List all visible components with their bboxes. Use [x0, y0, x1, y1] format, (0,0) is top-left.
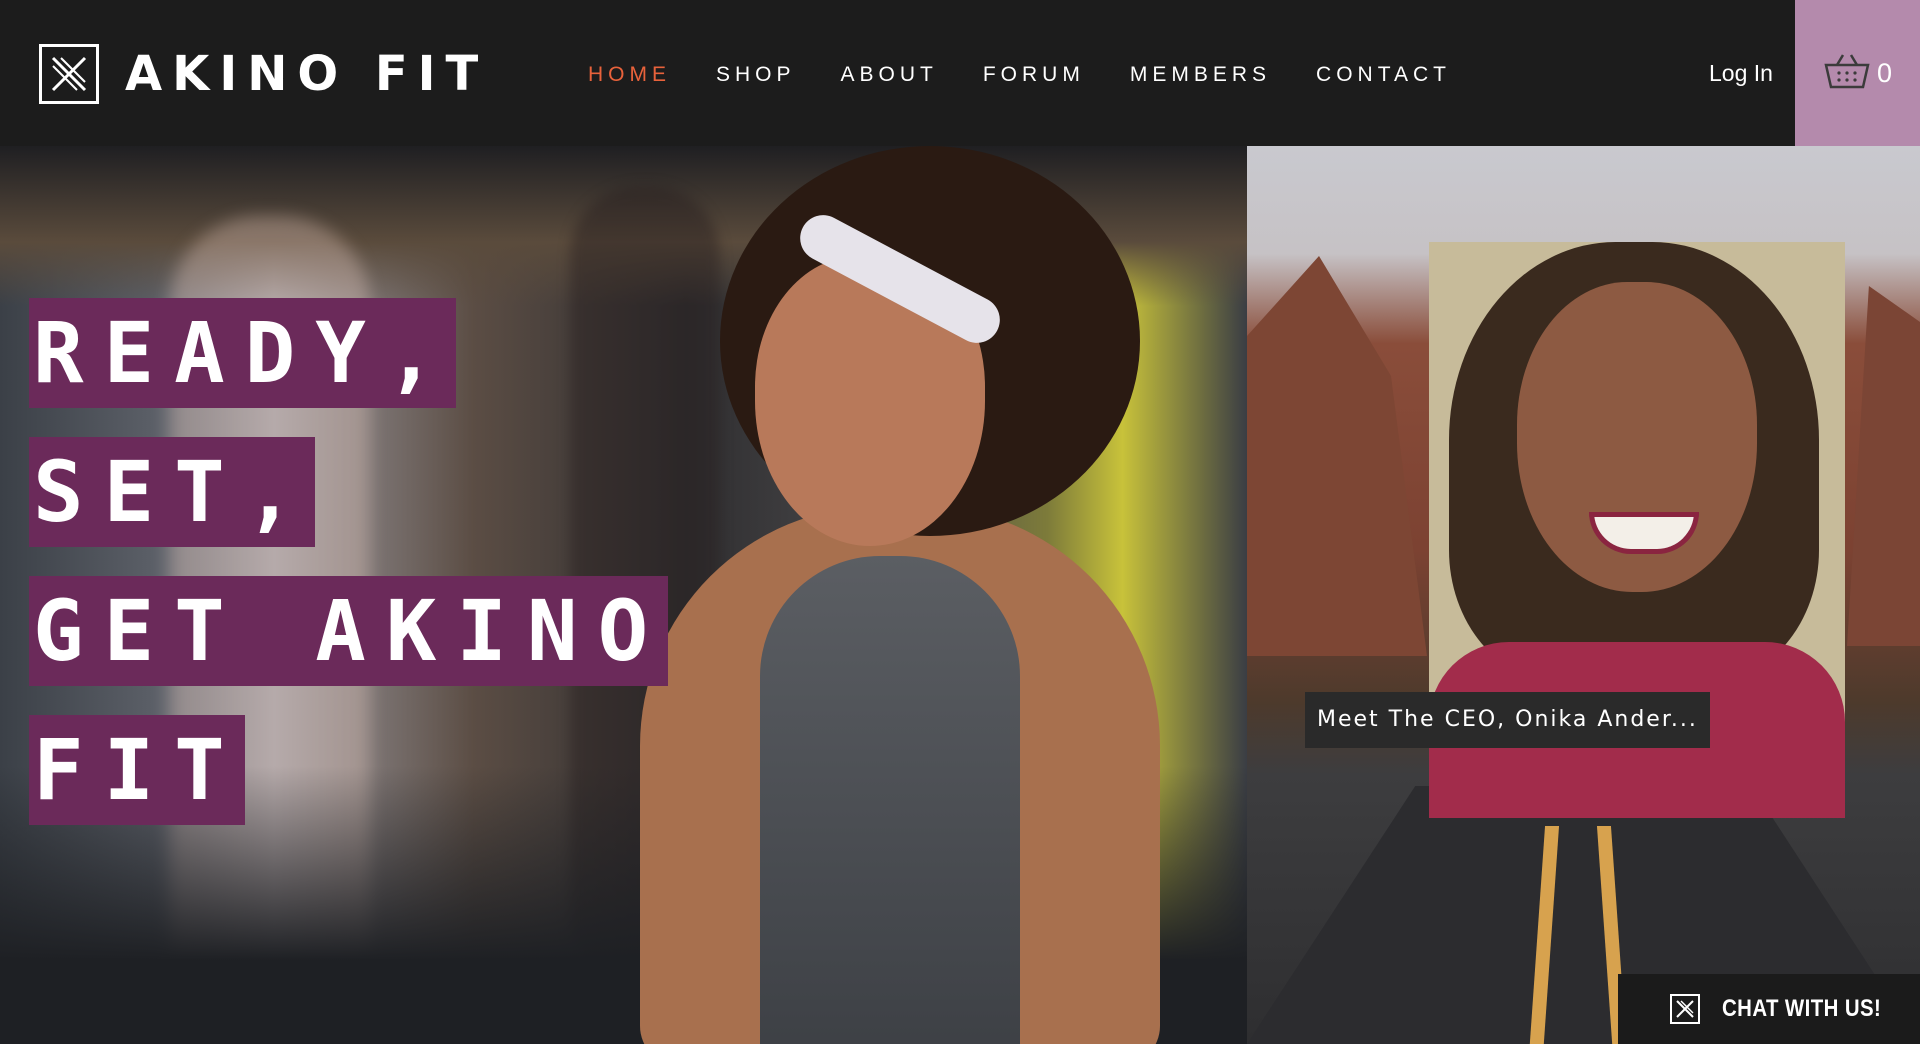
login-link[interactable]: Log In: [1709, 58, 1773, 88]
site-header: AKINO FIT HOME SHOP ABOUT FORUM MEMBERS …: [0, 0, 1920, 146]
headline-line-3: GET AKINO: [29, 576, 669, 686]
nav-members[interactable]: MEMBERS: [1130, 60, 1271, 90]
desert-rock: [1847, 286, 1920, 646]
chat-label: CHAT WITH US!: [1722, 995, 1882, 1022]
video-caption[interactable]: Meet The CEO, Onika Ander...: [1305, 692, 1710, 748]
nav-home[interactable]: HOME: [588, 60, 671, 90]
chat-button[interactable]: CHAT WITH US!: [1618, 974, 1920, 1044]
headline-line-4: FIT: [29, 715, 245, 825]
ceo-video-section: Meet The CEO, Onika Ander...: [1247, 146, 1920, 1044]
nav-forum[interactable]: FORUM: [983, 60, 1085, 90]
nav-about[interactable]: ABOUT: [841, 60, 938, 90]
brand-name: AKINO FIT: [125, 46, 489, 102]
headline-line-2: SET,: [29, 437, 316, 547]
cart-button[interactable]: 0: [1795, 0, 1920, 146]
main-nav: HOME SHOP ABOUT FORUM MEMBERS CONTACT: [588, 60, 1496, 90]
cart-count: 0: [1876, 57, 1893, 88]
athlete-tank-top: [760, 556, 1020, 1044]
hero-image: READY, SET, GET AKINO FIT: [0, 146, 1247, 1044]
nav-contact[interactable]: CONTACT: [1316, 60, 1451, 90]
brand[interactable]: AKINO FIT: [39, 42, 488, 106]
nav-shop[interactable]: SHOP: [716, 60, 796, 90]
desert-rock: [1247, 256, 1427, 656]
akino-logo-icon: [1670, 994, 1700, 1024]
akino-logo-icon: [39, 44, 99, 104]
headline-line-1: READY,: [29, 298, 457, 408]
shopping-basket-icon: [1823, 51, 1871, 96]
